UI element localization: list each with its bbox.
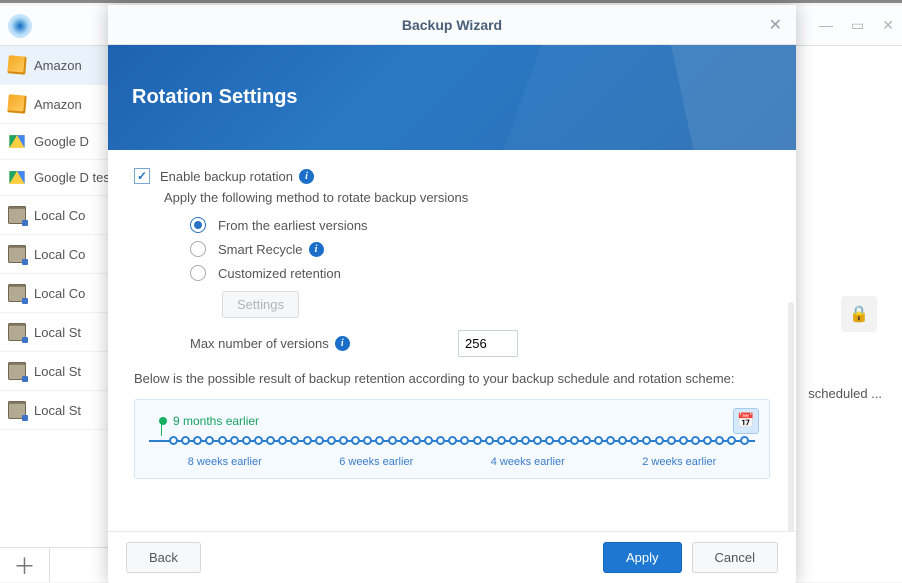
amazon-icon <box>7 55 27 75</box>
maximize-icon[interactable]: ▭ <box>851 17 864 34</box>
dialog-title: Backup Wizard <box>402 17 502 33</box>
sidebar-item[interactable]: Local Co <box>0 274 119 313</box>
schedule-text: scheduled ... <box>808 386 882 401</box>
settings-button: Settings <box>222 291 299 318</box>
scrollbar[interactable] <box>788 302 794 531</box>
local-icon <box>8 206 26 224</box>
local-icon <box>8 362 26 380</box>
sidebar-item[interactable]: Local Co <box>0 235 119 274</box>
radio-earliest-label: From the earliest versions <box>218 218 368 233</box>
sidebar-item[interactable]: Local St <box>0 313 119 352</box>
timeline-label: 4 weeks earlier <box>491 456 565 468</box>
sidebar-item-label: Amazon <box>34 97 82 112</box>
radio-smart-label: Smart Recycle <box>218 242 303 257</box>
sidebar-item-label: Local Co <box>34 247 85 262</box>
apply-method-label: Apply the following method to rotate bac… <box>164 190 770 205</box>
local-icon <box>8 245 26 263</box>
lock-icon[interactable]: 🔒 <box>841 296 877 332</box>
sidebar-item-label: Local St <box>34 364 81 379</box>
retention-timeline: 📅 9 months earlier 8 weeks earlier 6 week… <box>134 399 770 479</box>
sidebar-item-label: Local St <box>34 403 81 418</box>
max-versions-input[interactable] <box>458 330 518 357</box>
sidebar-item-label: Google D <box>34 134 89 149</box>
app-logo-icon <box>8 14 32 38</box>
radio-smart[interactable]: Smart Recycle i <box>190 241 770 257</box>
gdrive-icon <box>9 171 24 184</box>
info-icon[interactable]: i <box>309 242 324 257</box>
minimize-icon[interactable]: — <box>819 17 833 34</box>
close-app-icon[interactable]: ✕ <box>882 17 894 34</box>
radio-earliest[interactable]: From the earliest versions <box>190 217 770 233</box>
apply-button[interactable]: Apply <box>603 542 682 573</box>
info-icon[interactable]: i <box>299 169 314 184</box>
radio-icon[interactable] <box>190 265 206 281</box>
radio-custom-label: Customized retention <box>218 266 341 281</box>
page-title: Rotation Settings <box>132 86 298 109</box>
sidebar-item[interactable]: Local St <box>0 391 119 430</box>
enable-rotation-label: Enable backup rotation <box>160 169 293 184</box>
backup-wizard-dialog: Backup Wizard ✕ Rotation Settings ✓ Enab… <box>108 5 796 583</box>
radio-custom[interactable]: Customized retention <box>190 265 770 281</box>
dialog-titlebar: Backup Wizard ✕ <box>108 5 796 45</box>
enable-rotation-checkbox[interactable]: ✓ <box>134 168 150 184</box>
back-button[interactable]: Back <box>126 542 201 573</box>
info-icon[interactable]: i <box>335 336 350 351</box>
earliest-label: 9 months earlier <box>173 414 259 428</box>
gdrive-icon <box>9 135 24 148</box>
timeline-label: 8 weeks earlier <box>188 456 262 468</box>
timeline-label: 6 weeks earlier <box>339 456 413 468</box>
sidebar-item[interactable]: Amazon <box>0 46 119 85</box>
result-description: Below is the possible result of backup r… <box>134 369 770 389</box>
sidebar-item[interactable]: Amazon <box>0 85 119 124</box>
cancel-button[interactable]: Cancel <box>692 542 778 573</box>
amazon-icon <box>7 94 27 114</box>
dialog-header: Rotation Settings <box>108 45 796 150</box>
timeline-label: 2 weeks earlier <box>642 456 716 468</box>
sidebar-item[interactable]: Local Co <box>0 196 119 235</box>
radio-icon[interactable] <box>190 241 206 257</box>
sidebar: Amazon Amazon Google D Google D test Local C… <box>0 46 120 582</box>
local-icon <box>8 401 26 419</box>
sidebar-item[interactable]: Local St <box>0 352 119 391</box>
sidebar-item[interactable]: Google D <box>0 124 119 160</box>
sidebar-item-label: Amazon <box>34 58 82 73</box>
calendar-icon[interactable]: 📅 <box>733 408 759 434</box>
close-icon[interactable]: ✕ <box>769 15 782 35</box>
max-versions-label: Max number of versions i <box>190 336 458 351</box>
local-icon <box>8 284 26 302</box>
sidebar-item-label: Local Co <box>34 208 85 223</box>
sidebar-item-label: Google D test <box>34 170 114 185</box>
sidebar-item[interactable]: Google D test <box>0 160 119 196</box>
sidebar-item-label: Local Co <box>34 286 85 301</box>
local-icon <box>8 323 26 341</box>
add-button[interactable]: ＋ <box>0 548 50 582</box>
sidebar-item-label: Local St <box>34 325 81 340</box>
radio-icon[interactable] <box>190 217 206 233</box>
